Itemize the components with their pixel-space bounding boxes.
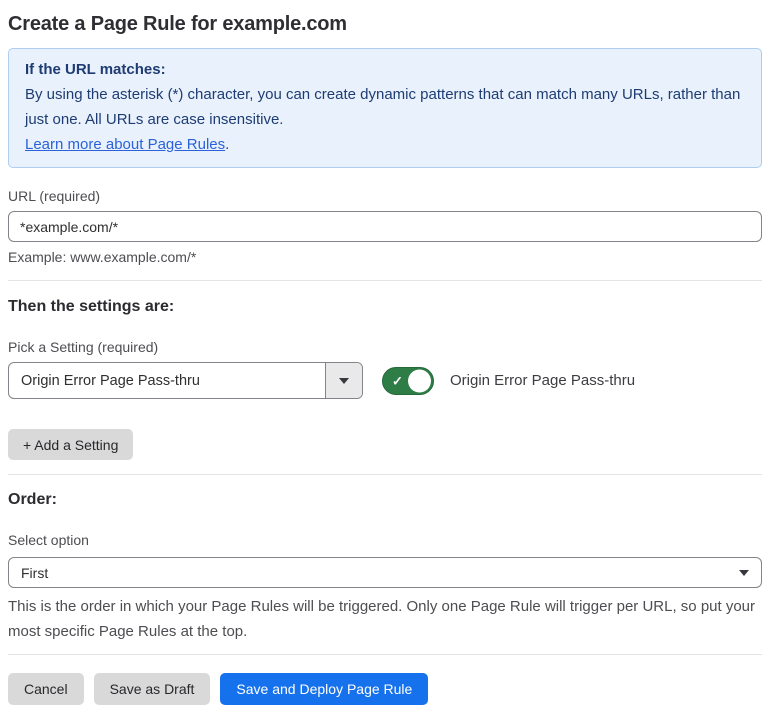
page-title: Create a Page Rule for example.com (8, 13, 347, 35)
settings-section-heading: Then the settings are: (8, 298, 175, 315)
save-draft-button[interactable]: Save as Draft (93, 673, 211, 705)
order-select-value: First (21, 564, 49, 581)
url-field-label: URL (required) (8, 188, 101, 204)
info-box-link-line: Learn more about Page Rules. (25, 132, 745, 157)
divider (8, 654, 762, 655)
add-setting-button[interactable]: + Add a Setting (8, 429, 134, 460)
chevron-down-icon (339, 377, 349, 384)
page-rule-form: Create a Page Rule for example.com If th… (0, 10, 770, 705)
learn-more-link[interactable]: Learn more about Page Rules (25, 136, 225, 153)
url-input[interactable] (8, 211, 762, 242)
setting-row: Origin Error Page Pass-thru ✓ Origin Err… (8, 362, 762, 399)
divider (8, 474, 762, 475)
setting-select-value: Origin Error Page Pass-thru (21, 372, 200, 389)
order-section-heading: Order: (8, 491, 57, 508)
order-helper-text: This is the order in which your Page Rul… (8, 598, 756, 640)
order-select[interactable]: First (8, 557, 762, 588)
pick-setting-label: Pick a Setting (required) (8, 339, 159, 355)
setting-toggle[interactable]: ✓ (382, 366, 434, 395)
check-icon: ✓ (392, 373, 403, 388)
save-deploy-button[interactable]: Save and Deploy Page Rule (220, 673, 429, 705)
info-box-heading: If the URL matches: (25, 61, 166, 78)
url-match-info-box: If the URL matches: By using the asteris… (8, 48, 762, 168)
chevron-down-icon (739, 569, 749, 576)
setting-select[interactable]: Origin Error Page Pass-thru (8, 362, 363, 399)
link-suffix: . (225, 136, 230, 153)
divider (8, 280, 762, 281)
cancel-button[interactable]: Cancel (8, 673, 84, 705)
info-box-body: By using the asterisk (*) character, you… (25, 86, 741, 128)
url-example-helper: Example: www.example.com/* (8, 249, 197, 265)
order-select-label: Select option (8, 532, 89, 548)
setting-select-arrow-button[interactable] (325, 363, 362, 398)
setting-toggle-label: Origin Error Page Pass-thru (450, 372, 636, 389)
toggle-knob (408, 369, 431, 392)
footer-actions: Cancel Save as Draft Save and Deploy Pag… (8, 673, 762, 705)
